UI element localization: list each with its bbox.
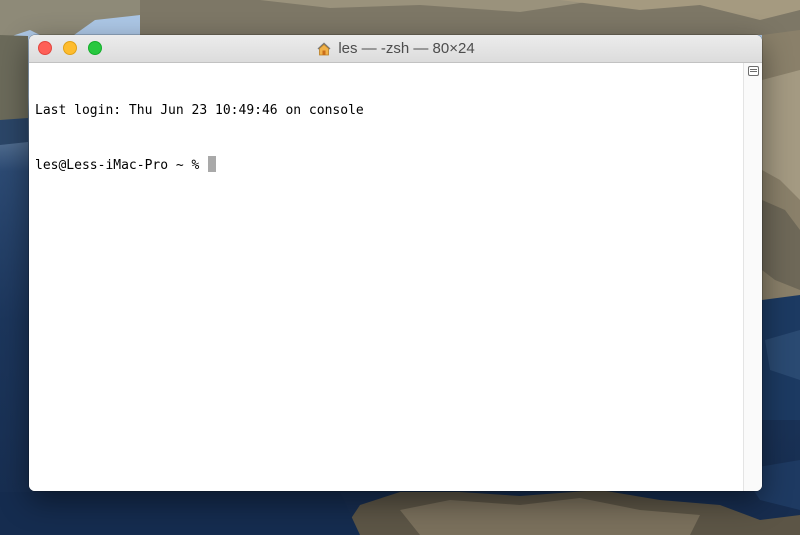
prompt-line: les@Less-iMac-Pro ~ % (35, 156, 737, 174)
scrollbar-track[interactable] (743, 63, 762, 491)
title-bar[interactable]: les — -zsh — 80×24 (29, 35, 762, 63)
home-folder-icon (316, 41, 332, 57)
text-cursor (208, 156, 217, 172)
shell-prompt: les@Less-iMac-Pro ~ % (35, 158, 208, 173)
split-pane-icon[interactable] (748, 66, 759, 76)
window-title-text: les — -zsh — 80×24 (338, 40, 475, 57)
terminal-output[interactable]: Last login: Thu Jun 23 10:49:46 on conso… (29, 63, 743, 491)
last-login-line: Last login: Thu Jun 23 10:49:46 on conso… (35, 103, 364, 118)
terminal-window: les — -zsh — 80×24 Last login: Thu Jun 2… (29, 35, 762, 491)
window-title: les — -zsh — 80×24 (29, 35, 762, 62)
